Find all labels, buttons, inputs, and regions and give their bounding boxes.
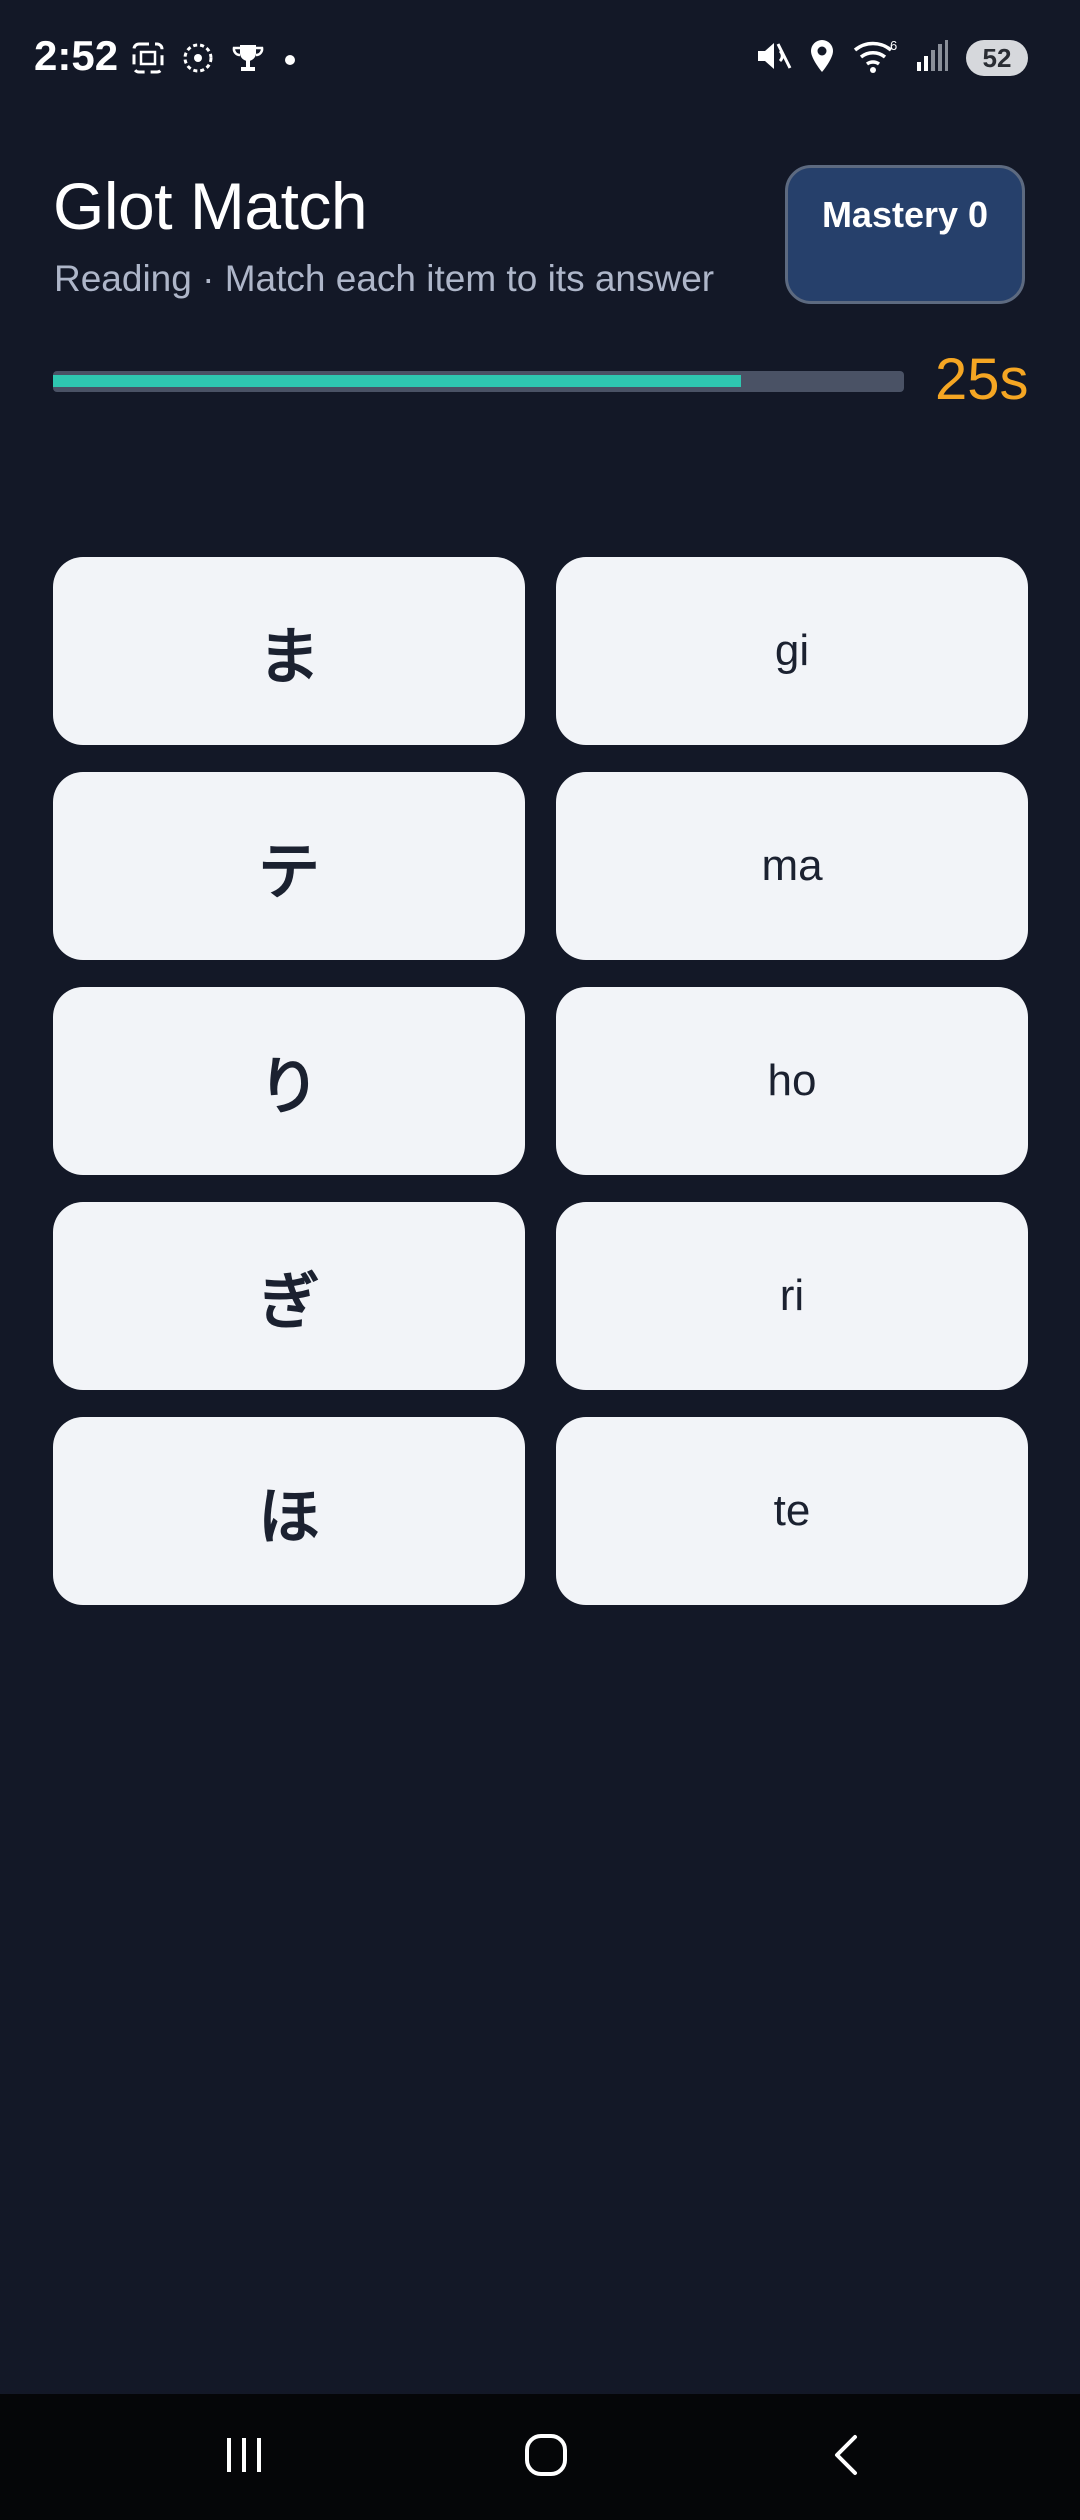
battery-icon: 52 (966, 40, 1028, 76)
answer-tile[interactable]: ma (556, 772, 1028, 960)
back-button[interactable] (768, 2394, 928, 2520)
trophy-icon (230, 40, 266, 80)
mastery-button[interactable]: Mastery 0 (785, 165, 1025, 304)
kana-tile[interactable]: り (53, 987, 525, 1175)
spinner-icon (180, 40, 216, 80)
screen: 2:52 6 52 Glot Match Reading · Match eac… (0, 0, 1080, 2520)
nav-bar (0, 2394, 1080, 2520)
timer-text: 25s (935, 347, 1029, 412)
app-subtitle: Reading · Match each item to its answer (54, 258, 715, 299)
kana-tile[interactable]: ほ (53, 1417, 525, 1605)
answer-tile[interactable]: gi (556, 557, 1028, 745)
svg-text:6: 6 (890, 38, 897, 53)
kana-tile[interactable]: ま (53, 557, 525, 745)
match-grid: ま gi テ ma り ho ぎ ri ほ te (53, 557, 1028, 1605)
answer-tile[interactable]: ri (556, 1202, 1028, 1390)
recent-apps-icon (221, 2432, 267, 2482)
timer-progress-track (53, 371, 904, 392)
status-left-icons (130, 40, 300, 80)
dot-icon (280, 40, 300, 80)
recent-apps-button[interactable] (164, 2394, 324, 2520)
signal-icon (914, 38, 950, 78)
mute-icon (754, 38, 792, 78)
app-title: Glot Match (53, 169, 368, 243)
home-icon (522, 2431, 570, 2483)
answer-tile[interactable]: ho (556, 987, 1028, 1175)
status-right-icons: 6 52 (754, 38, 1028, 78)
kana-tile[interactable]: ぎ (53, 1202, 525, 1390)
answer-tile[interactable]: te (556, 1417, 1028, 1605)
back-icon (825, 2432, 871, 2482)
status-bar: 2:52 6 52 (0, 0, 1080, 120)
location-icon (808, 38, 836, 78)
wifi-icon: 6 (852, 38, 898, 78)
home-button[interactable] (466, 2394, 626, 2520)
screenshot-icon (130, 40, 166, 80)
kana-tile[interactable]: テ (53, 772, 525, 960)
timer-progress-fill (53, 375, 741, 387)
status-time: 2:52 (34, 32, 119, 79)
